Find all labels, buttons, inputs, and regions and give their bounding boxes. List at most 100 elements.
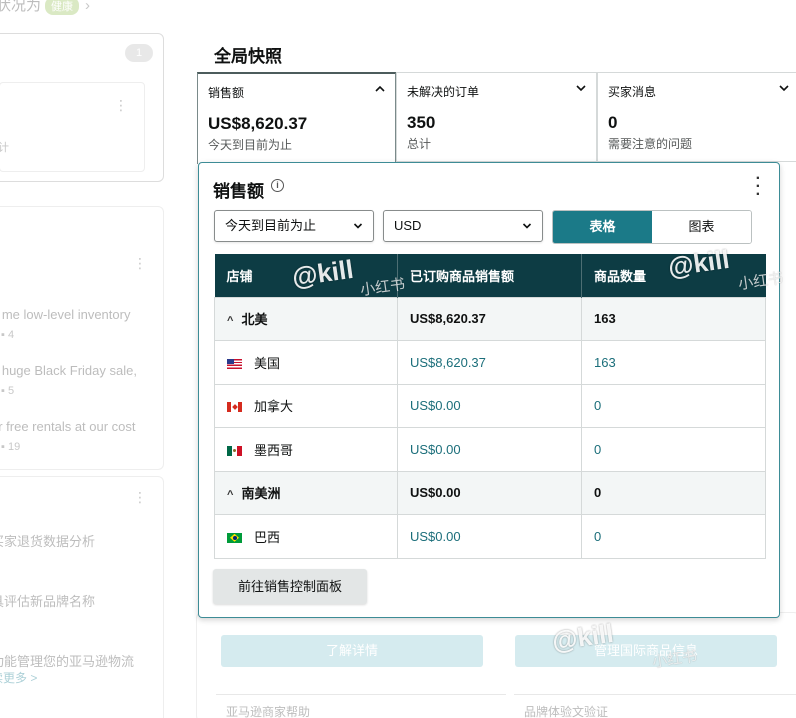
column-header-sales[interactable]: 已订购商品销售额: [397, 254, 582, 297]
store-cell: 巴西: [214, 514, 398, 559]
chevron-up-icon[interactable]: ^: [227, 489, 233, 501]
currency-select[interactable]: USD: [383, 210, 543, 242]
table-row: 美国 US$8,620.37 163: [214, 340, 766, 385]
units-cell: 0: [581, 427, 766, 472]
comment-icon: ▪ 4: [1, 329, 15, 341]
store-name: 墨西哥: [254, 442, 294, 458]
chevron-down-icon[interactable]: [574, 81, 588, 95]
metric-label: 买家消息: [608, 85, 657, 99]
forum-post[interactable]: or free rentals at our cost: [0, 419, 136, 434]
metric-value: 350: [407, 113, 436, 132]
help-card: 亚马逊商家帮助: [216, 694, 506, 718]
region-name: 南美洲: [241, 486, 281, 502]
tip-item[interactable]: 买家退货数据分析: [0, 531, 95, 550]
table-row-region[interactable]: ^ 南美洲 US$0.00 0: [214, 470, 766, 515]
sales-panel: 销售额 i · · · 今天到目前为止 USD 表格 图表 店铺 已订购商品销售额 …: [198, 162, 780, 618]
reply-count: 19: [7, 441, 21, 453]
metric-value: 0: [608, 113, 618, 132]
column-header-store[interactable]: 店铺: [214, 254, 398, 297]
breadcrumb-text: 状况为: [0, 0, 42, 14]
sales-cell: US$0.00: [397, 383, 582, 428]
units-cell: 163: [581, 340, 766, 385]
forum-post[interactable]: a huge Black Friday sale,: [0, 363, 137, 378]
units-cell: 0: [581, 470, 766, 515]
table-row: 墨西哥 US$0.00 0: [214, 427, 766, 472]
chevron-right-icon: ›: [85, 0, 91, 14]
sales-cell: US$0.00: [397, 470, 582, 515]
promo-card: 了解详情 管理国际商品信息: [196, 612, 796, 718]
metric-open-orders[interactable]: 未解决的订单 350 总计: [396, 72, 597, 162]
tips-card: ⋮ 买家退货数据分析 具评估新品牌名称 功能管理您的亚马逊物流 读更多 >: [0, 476, 164, 718]
units-cell: 0: [581, 383, 766, 428]
store-name: 加拿大: [254, 399, 294, 415]
store-name: 美国: [254, 355, 281, 371]
manage-intl-listings-button[interactable]: 管理国际商品信息: [515, 635, 777, 667]
metric-value: US$8,620.37: [208, 114, 308, 133]
chevron-down-icon: [522, 223, 532, 229]
units-cell: 163: [581, 296, 766, 341]
comment-icon: ▪ 19: [1, 441, 21, 453]
chevron-up-icon[interactable]: ^: [227, 315, 233, 327]
metric-buyer-messages[interactable]: 买家消息 0 需要注意的问题: [597, 72, 796, 162]
metric-label: 未解决的订单: [407, 85, 480, 99]
read-more-link[interactable]: 读更多 >: [0, 669, 37, 686]
watermark: @kill: [550, 617, 616, 657]
chevron-down-icon: [353, 223, 363, 229]
more-options-icon[interactable]: ⋮: [114, 97, 128, 114]
notice-count-badge: 1: [125, 44, 153, 62]
mexico-flag-icon: [227, 445, 242, 456]
period-select[interactable]: 今天到目前为止: [214, 210, 374, 242]
health-badge: 健康: [45, 0, 80, 15]
comment-icon: ▪ 5: [1, 385, 15, 397]
learn-more-button[interactable]: 了解详情: [221, 635, 483, 667]
notice-snippet: 计: [0, 142, 9, 154]
notice-card: 1 ⋮ 计: [0, 33, 164, 182]
units-cell: 0: [581, 514, 766, 559]
table-view-tab[interactable]: 表格: [553, 211, 652, 243]
period-select-value: 今天到目前为止: [225, 218, 317, 233]
currency-select-value: USD: [394, 218, 422, 233]
table-row: 巴西 US$0.00 0: [214, 514, 766, 559]
panel-title: 销售额: [213, 182, 264, 201]
tip-item[interactable]: 具评估新品牌名称: [0, 591, 95, 610]
go-to-sales-dashboard-button[interactable]: 前往销售控制面板: [213, 569, 367, 604]
sales-cell: US$0.00: [397, 514, 582, 559]
brand-card: 品牌体验文验证: [514, 694, 796, 718]
breadcrumb: 状况为 健康 ›: [0, 0, 90, 15]
more-options-icon[interactable]: ⋮: [133, 255, 147, 272]
table-row-region[interactable]: ^ 北美 US$8,620.37 163: [214, 296, 766, 341]
metric-subtext: 今天到目前为止: [208, 138, 293, 152]
store-cell: 墨西哥: [214, 427, 398, 472]
reply-count: 5: [7, 385, 15, 397]
info-icon[interactable]: i: [271, 179, 284, 192]
global-snapshot-title: 全局快照: [214, 47, 282, 66]
view-toggle: 表格 图表: [552, 210, 752, 244]
notice-item[interactable]: ⋮ 计: [0, 82, 145, 172]
store-cell: ^ 南美洲: [214, 470, 398, 515]
sales-cell: US$0.00: [397, 427, 582, 472]
sales-table: 店铺 已订购商品销售额 商品数量 ^ 北美 US$8,620.37 163 美国 …: [214, 254, 766, 559]
store-name: 巴西: [254, 529, 281, 545]
store-cell: 美国: [214, 340, 398, 385]
table-row: 加拿大 US$0.00 0: [214, 383, 766, 428]
metric-subtext: 需要注意的问题: [608, 137, 693, 151]
more-options-icon[interactable]: ⋮: [133, 489, 147, 506]
brazil-flag-icon: [227, 532, 242, 543]
store-cell: 加拿大: [214, 383, 398, 428]
watermark: 小红书: [651, 647, 699, 672]
sales-cell: US$8,620.37: [397, 296, 582, 341]
metric-label: 销售额: [208, 86, 245, 100]
canada-flag-icon: [227, 402, 242, 413]
metric-sales[interactable]: 销售额 US$8,620.37 今天到目前为止: [197, 72, 396, 164]
chevron-down-icon[interactable]: [777, 81, 791, 95]
chart-view-tab[interactable]: 图表: [652, 211, 751, 243]
chevron-up-icon[interactable]: [373, 82, 387, 96]
column-header-units[interactable]: 商品数量: [581, 254, 766, 297]
forum-card: ⋮ g me low-level inventory ▪ 4 a huge Bl…: [0, 206, 164, 470]
reply-count: 4: [7, 329, 15, 341]
region-name: 北美: [241, 312, 268, 328]
us-flag-icon: [227, 358, 242, 369]
tip-item[interactable]: 功能管理您的亚马逊物流: [0, 651, 134, 670]
more-options-icon[interactable]: · · ·: [756, 171, 761, 203]
forum-post[interactable]: g me low-level inventory: [0, 307, 130, 322]
